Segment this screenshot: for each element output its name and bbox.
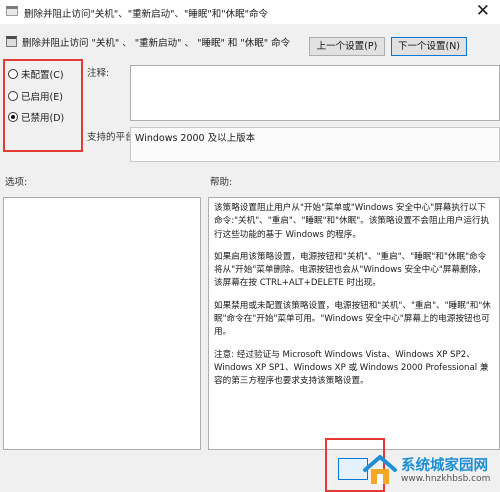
help-paragraph: 该策略设置阻止用户从"开始"菜单或"Windows 安全中心"屏幕执行以下命令:… xyxy=(214,203,490,240)
comment-label: 注释: xyxy=(87,68,110,79)
house-logo-icon xyxy=(363,455,397,484)
next-setting-button[interactable]: 下一个设置(N) xyxy=(391,37,467,56)
help-paragraph: 注意: 经过验证与 Microsoft Windows Vista、Window… xyxy=(214,349,489,387)
policy-icon xyxy=(6,36,17,47)
help-label: 帮助: xyxy=(210,177,233,188)
help-paragraph: 如果启用该策略设置，电源按钮和"关机"、"重启"、"睡眠"和"休眠"命令将从"开… xyxy=(214,251,487,289)
watermark-name: 系统城家园网 xyxy=(401,458,488,474)
window-title: 删除并阻止访问"关机"、"重新启动"、"睡眠"和"休眠"命令 xyxy=(24,9,268,20)
options-pane xyxy=(3,197,201,450)
site-watermark: 系统城家园网 www.hnzkhbsb.com xyxy=(362,452,498,490)
highlight-box-options xyxy=(3,59,83,152)
close-icon[interactable]: ✕ xyxy=(476,2,490,20)
platform-value: Windows 2000 及以上版本 xyxy=(130,127,500,162)
policy-title: 删除并阻止访问 "关机" 、 "重新启动" 、 "睡眠" 和 "休眠" 命令 xyxy=(22,38,291,49)
help-paragraph: 如果禁用或未配置该策略设置，电源按钮和"关机"、"重启"、"睡眠"和"休眠"命令… xyxy=(214,300,491,338)
previous-setting-button[interactable]: 上一个设置(P) xyxy=(309,37,385,56)
policy-window-icon xyxy=(6,6,18,16)
help-pane[interactable]: 该策略设置阻止用户从"开始"菜单或"Windows 安全中心"屏幕执行以下命令:… xyxy=(208,197,500,450)
title-bar: 删除并阻止访问"关机"、"重新启动"、"睡眠"和"休眠"命令 ✕ xyxy=(0,0,500,24)
watermark-url: www.hnzkhbsb.com xyxy=(401,474,491,484)
comment-textarea[interactable] xyxy=(130,65,500,121)
options-label: 选项: xyxy=(5,177,28,188)
